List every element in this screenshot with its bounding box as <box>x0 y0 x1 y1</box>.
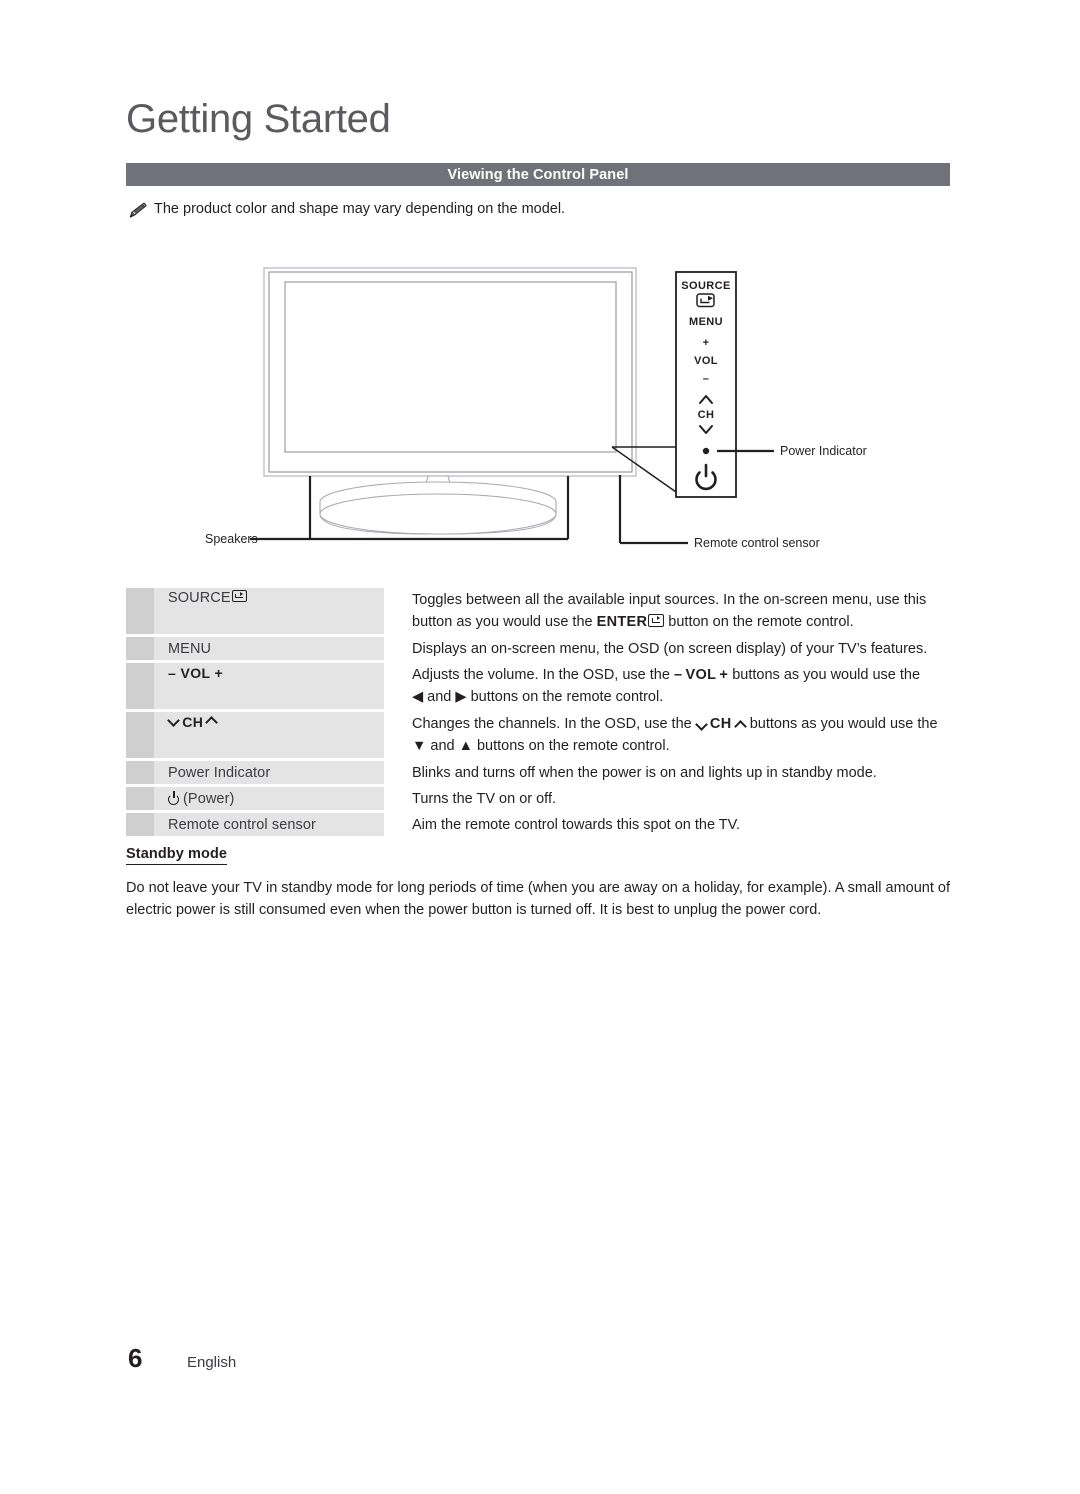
table-row: MENU Displays an on-screen menu, the OSD… <box>126 637 950 660</box>
row-accent-bar <box>126 588 154 634</box>
footer-language: English <box>186 1354 237 1371</box>
power-indicator-dot-icon <box>702 447 710 455</box>
control-panel-button-table: SOURCE Toggles between all the available… <box>126 588 950 839</box>
row-label-text: – VOL + <box>168 665 224 682</box>
chevron-up-icon <box>735 718 746 729</box>
table-row: Power Indicator Blinks and turns off whe… <box>126 761 950 785</box>
section-header-bar: Viewing the Control Panel <box>126 163 950 186</box>
page-footer: 6 English <box>128 1343 236 1374</box>
table-row: Remote control sensor Aim the remote con… <box>126 813 950 837</box>
row-label-text: SOURCE <box>168 590 231 606</box>
row-label-power-indicator: Power Indicator <box>154 761 384 785</box>
tv-illustration <box>263 267 637 535</box>
standby-mode-section: Standby mode Do not leave your TV in sta… <box>126 845 954 922</box>
power-symbol-icon <box>168 791 181 806</box>
table-row: (Power) Turns the TV on or off. <box>126 787 950 811</box>
row-description: Displays an on-screen menu, the OSD (on … <box>412 641 928 657</box>
row-description: Aim the remote control towards this spot… <box>412 817 741 834</box>
control-panel-box: SOURCE MENU + VOL – CH <box>675 271 737 498</box>
page-title: Getting Started <box>126 97 391 141</box>
row-label-ch: CH <box>154 712 384 759</box>
panel-vol-plus-label: + <box>703 337 710 349</box>
standby-mode-title: Standby mode <box>126 846 228 865</box>
row-description: Blinks and turns off when the power is o… <box>412 765 877 782</box>
row-label-vol: – VOL + <box>154 663 384 710</box>
callout-power-indicator-label: Power Indicator <box>780 444 867 458</box>
standby-mode-body: Do not leave your TV in standby mode for… <box>126 877 954 922</box>
chevron-down-icon <box>168 714 179 725</box>
callout-speakers-label: Speakers <box>205 532 258 546</box>
row-label-text: Remote control sensor <box>168 816 316 833</box>
row-accent-bar <box>126 637 154 660</box>
table-row: SOURCE Toggles between all the available… <box>126 588 950 634</box>
page-number: 6 <box>128 1343 142 1373</box>
row-description: Adjusts the volume. In the OSD, use the … <box>412 667 921 706</box>
chevron-up-icon <box>206 714 217 725</box>
row-label-power: (Power) <box>154 787 384 811</box>
desc-line: Toggles between all the available input … <box>412 592 927 608</box>
table-row: CH Changes the channels. In the OSD, use… <box>126 712 950 759</box>
row-label-source: SOURCE <box>154 588 384 634</box>
manual-page: Getting Started Viewing the Control Pane… <box>0 0 1080 1494</box>
row-label-text: (Power) <box>183 790 235 807</box>
row-accent-bar <box>126 787 154 811</box>
tv-control-panel-figure: Speakers Remote control sensor SOURCE ME… <box>180 262 920 562</box>
row-accent-bar <box>126 813 154 837</box>
section-header-label: Viewing the Control Panel <box>447 166 629 183</box>
note-text: The product color and shape may vary dep… <box>154 201 566 217</box>
enter-icon <box>648 614 665 628</box>
note-row: The product color and shape may vary dep… <box>128 200 565 219</box>
row-accent-bar <box>126 761 154 785</box>
row-description: Changes the channels. In the OSD, use th… <box>412 716 938 755</box>
standby-line-1: Do not leave your TV in standby mode for… <box>126 880 934 896</box>
row-accent-bar <box>126 712 154 759</box>
callout-remote-sensor-label: Remote control sensor <box>694 536 820 550</box>
source-enter-icon <box>231 590 247 602</box>
panel-vol-label: VOL <box>694 355 718 367</box>
pencil-note-icon <box>129 202 147 218</box>
row-label-text: Power Indicator <box>168 764 271 781</box>
row-accent-bar <box>126 663 154 710</box>
row-description: Toggles between all the available input … <box>412 592 927 631</box>
panel-menu-label: MENU <box>689 316 723 328</box>
table-row: – VOL + Adjusts the volume. In the OSD, … <box>126 663 950 710</box>
row-label-remote-sensor: Remote control sensor <box>154 813 384 837</box>
chevron-down-icon <box>696 718 707 729</box>
row-label-menu: MENU <box>154 637 384 660</box>
row-description: Turns the TV on or off. <box>412 791 557 808</box>
panel-source-label: SOURCE <box>681 280 730 292</box>
panel-ch-label: CH <box>698 409 715 421</box>
row-label-text: MENU <box>168 640 212 657</box>
panel-vol-minus-label: – <box>703 373 710 385</box>
